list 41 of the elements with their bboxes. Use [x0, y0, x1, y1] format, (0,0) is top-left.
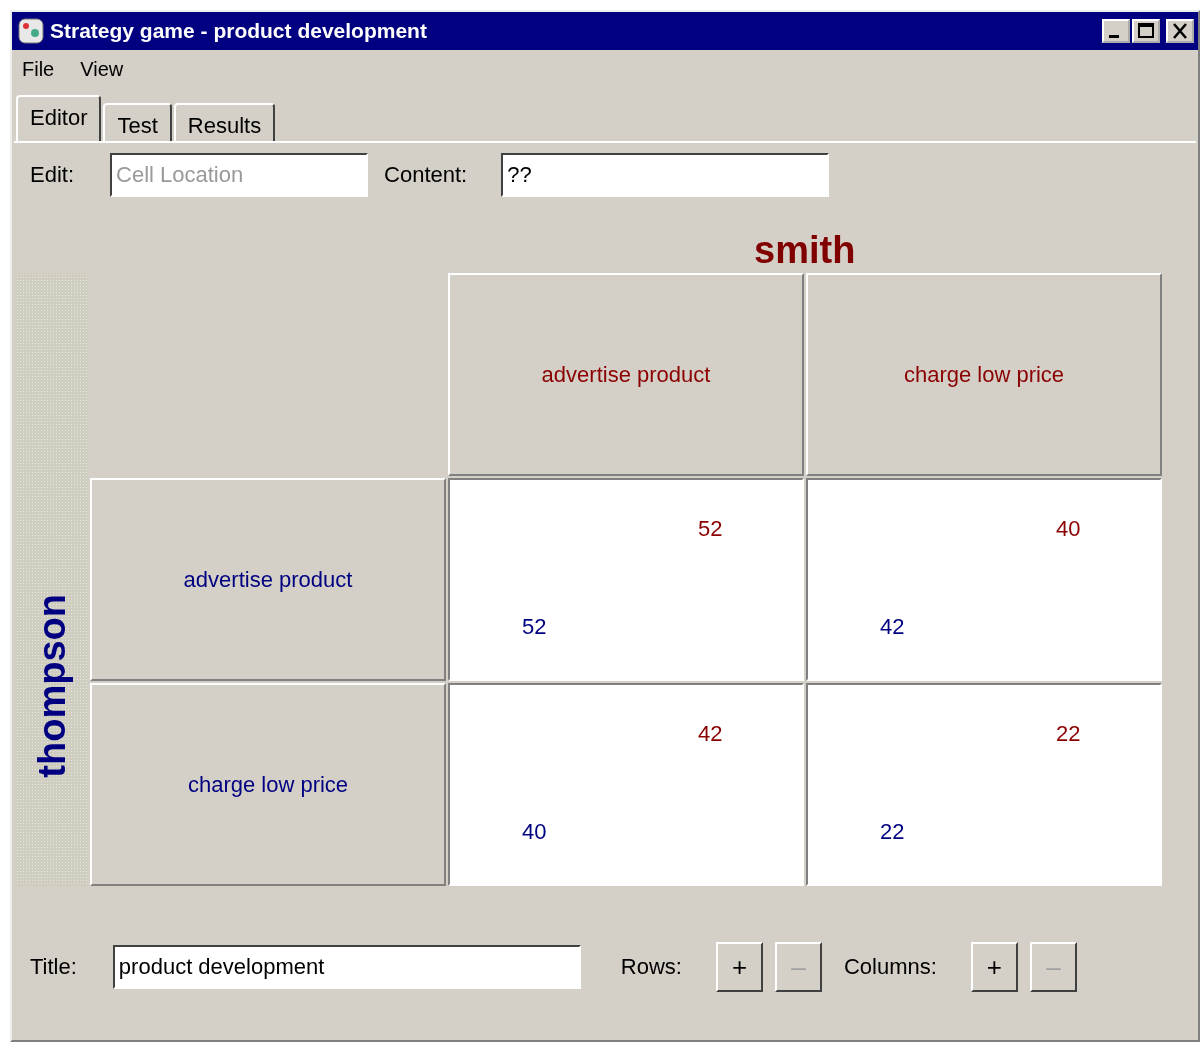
row-player-name: thompson [30, 594, 74, 778]
field-label: Edit: [30, 162, 75, 188]
minimize-icon [1109, 34, 1119, 38]
content-field[interactable]: ?? [501, 153, 830, 197]
menu-item[interactable]: View [80, 58, 124, 81]
row-payoff: 22 [880, 819, 905, 845]
row-payoff: 52 [522, 614, 547, 640]
row-payoff: 42 [880, 614, 905, 640]
window-title: Strategy game - product development [50, 19, 428, 43]
add-row-button[interactable]: + [716, 942, 763, 992]
column-strategy-header: advertise product [448, 273, 804, 476]
payoff-cell[interactable]: 52 52 [448, 478, 804, 681]
column-payoff: 42 [698, 721, 723, 747]
maximize-button[interactable] [1132, 19, 1160, 43]
column-payoff: 40 [1056, 516, 1081, 542]
minimize-button[interactable] [1102, 19, 1130, 43]
title-field[interactable]: product development [112, 945, 581, 989]
tab[interactable]: Results [173, 103, 276, 141]
menu-item[interactable]: File [22, 58, 55, 81]
control-label: Columns: [844, 954, 937, 980]
close-icon [1170, 22, 1190, 40]
tab[interactable]: Editor [16, 95, 102, 141]
row-payoff: 40 [522, 819, 547, 845]
row-strategy-header: advertise product [90, 478, 446, 681]
payoff-cell[interactable]: 40 42 [806, 478, 1162, 681]
add-column-button[interactable]: + [970, 942, 1018, 992]
column-player-name: smith [754, 229, 856, 271]
column-payoff: 52 [698, 516, 723, 542]
column-payoff: 22 [1056, 721, 1081, 747]
payoff-cell[interactable]: 42 40 [448, 683, 804, 886]
close-button[interactable] [1166, 19, 1194, 43]
payoff-cell[interactable]: 22 22 [806, 683, 1162, 886]
field-label: Content: [384, 162, 468, 188]
column-strategy-header: charge low price [806, 273, 1162, 476]
row-strategy-header: charge low price [90, 683, 446, 886]
tab[interactable]: Test [103, 103, 172, 141]
app-icon [16, 16, 46, 46]
field-label: Title: [30, 954, 77, 980]
maximize-icon [1136, 22, 1156, 40]
cell-location-field[interactable]: Cell Location [110, 153, 369, 197]
control-label: Rows: [620, 954, 682, 980]
